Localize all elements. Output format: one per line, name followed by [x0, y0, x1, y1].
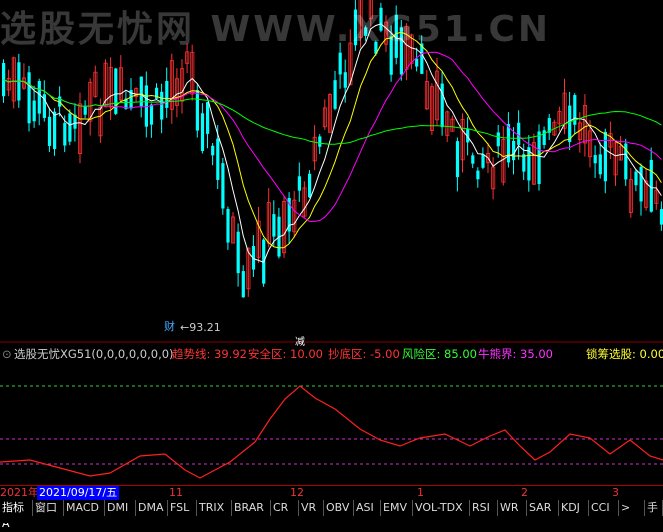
low-price-label: ←93.21 — [180, 321, 221, 334]
bottom-strip — [0, 516, 663, 523]
candle — [639, 166, 643, 202]
candle — [83, 105, 87, 115]
candle — [297, 176, 301, 191]
indicator-item: 锁筹选股: 0.00 — [586, 347, 663, 361]
candle — [47, 116, 52, 146]
ma5-line — [3, 23, 662, 263]
candle — [517, 122, 521, 145]
candle — [226, 208, 230, 243]
candle — [68, 113, 72, 142]
indicator-tab[interactable]: FSL — [168, 500, 197, 516]
candle — [568, 105, 572, 143]
candle — [27, 72, 31, 124]
candle — [415, 58, 419, 67]
candle — [471, 155, 475, 164]
indicator-tab-bar: 指标A 窗口 MACD DMI DMA FSL TRIX BRAR CR VR OBV ASI EMV V… — [0, 500, 663, 530]
indicator-tab[interactable]: VR — [299, 500, 324, 516]
candle — [63, 122, 67, 146]
time-tick: 12 — [290, 486, 304, 499]
time-axis-year: 2021年 — [0, 486, 39, 499]
watermark: 选股无忧网 WWW.XG51.CN — [0, 9, 552, 50]
indicator-tab[interactable]: OBV — [324, 500, 354, 516]
indicator-tab[interactable]: MACD — [64, 500, 105, 516]
candle — [476, 170, 480, 180]
candle — [236, 231, 240, 274]
ma10-line — [3, 31, 662, 249]
marker-cai: 财 — [164, 320, 175, 333]
candle — [481, 154, 485, 168]
main-chart-panel[interactable]: 选股无忧网 WWW.XG51.CN 财 减 ←93.21 — [0, 0, 663, 348]
candle — [455, 141, 460, 178]
time-tick: 11 — [169, 486, 183, 499]
indicator-item: 风险区: 85.00 — [402, 347, 477, 361]
candle — [160, 91, 164, 120]
indicator-chart[interactable] — [0, 364, 663, 484]
indicator-panel[interactable] — [0, 364, 663, 484]
indicator-tab[interactable]: KDJ — [559, 500, 589, 516]
candle — [522, 154, 526, 172]
candle — [241, 271, 245, 298]
candle — [593, 155, 597, 164]
candle — [318, 136, 322, 147]
indicator-tab[interactable]: RSI — [470, 500, 498, 516]
indicator-tab[interactable]: TRIX — [197, 500, 232, 516]
indicator-tab[interactable]: ASI — [354, 500, 381, 516]
candle — [308, 173, 312, 198]
indicator-tab[interactable]: CCI — [589, 500, 619, 516]
candle — [206, 102, 210, 134]
indicator-tab[interactable]: CR — [271, 500, 299, 516]
candle — [542, 130, 546, 145]
candle — [37, 80, 41, 114]
candle — [603, 131, 607, 182]
indicator-tab[interactable]: VOL-TDX — [413, 500, 470, 516]
candle — [149, 104, 154, 125]
indicator-item: 安全区: 10.00 — [248, 347, 323, 361]
indicator-tab[interactable]: DMI — [105, 500, 136, 516]
indicator-tab[interactable]: 窗口 — [33, 500, 64, 516]
candle — [200, 113, 205, 151]
indicator-tab[interactable]: > — [619, 500, 645, 516]
candle — [195, 90, 199, 131]
indicator-tab[interactable]: 指标A — [0, 500, 33, 530]
ma20-line — [3, 51, 662, 222]
candle — [221, 163, 225, 209]
candle — [338, 52, 342, 75]
candle — [634, 171, 638, 186]
cursor-date: 2021/09/17/五 — [37, 486, 120, 500]
indicator-item: 抄底区: -5.00 — [328, 347, 400, 361]
candle — [512, 140, 516, 161]
candle — [343, 72, 347, 88]
indicator-tab[interactable]: 手 — [645, 500, 663, 516]
indicator-title-bar: ⊙ 选股无忧XG51(0,0,0,0,0,0,0) 趋势线: 39.92 安全区:… — [0, 345, 663, 363]
candle — [649, 159, 653, 212]
indicator-tab[interactable]: DMA — [136, 500, 168, 516]
time-tick: 2 — [521, 486, 528, 499]
indicator-name: 选股无忧XG51(0,0,0,0,0,0,0) — [14, 347, 174, 361]
indicator-tab[interactable]: EMV — [381, 500, 413, 516]
candle — [496, 132, 500, 147]
candle — [53, 111, 57, 150]
candle — [165, 80, 169, 108]
candle — [598, 154, 602, 175]
indicator-tab[interactable]: BRAR — [232, 500, 271, 516]
candle — [537, 131, 541, 185]
collapse-icon[interactable]: ⊙ — [2, 345, 12, 363]
candle — [272, 214, 276, 237]
time-axis: 2021年 2021/09/17/五 11 12 1 2 3 — [0, 485, 663, 500]
indicator-item: 趋势线: 39.92 — [172, 347, 247, 361]
indicator-tab[interactable]: SAR — [527, 500, 559, 516]
candle — [32, 100, 36, 122]
candle — [333, 80, 337, 109]
time-tick: 3 — [612, 486, 619, 499]
indicator-tab[interactable]: WR — [498, 500, 527, 516]
time-tick: 1 — [417, 486, 424, 499]
candle — [216, 138, 220, 180]
candle — [211, 145, 215, 156]
indicator-item: 牛熊界: 35.00 — [478, 347, 553, 361]
